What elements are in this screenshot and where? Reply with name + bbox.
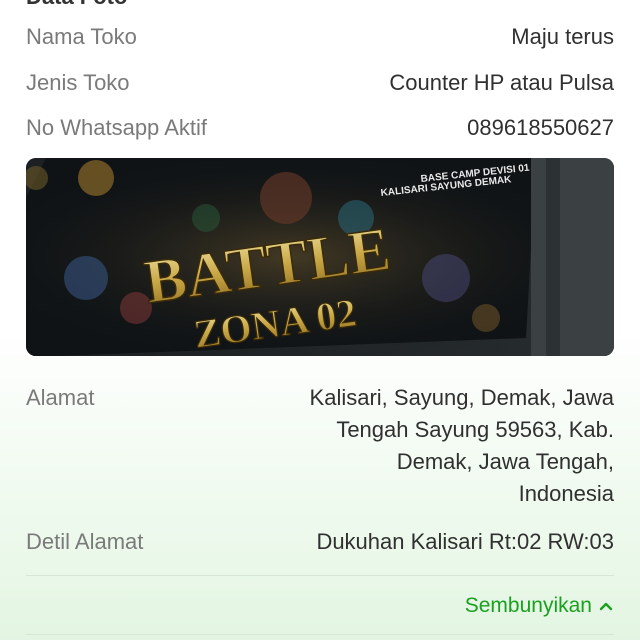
address-label: Alamat	[26, 385, 95, 410]
field-value: 089618550627	[467, 115, 614, 140]
address-value: Kalisari, Sayung, Demak, Jawa Tengah Say…	[284, 382, 614, 510]
field-row-detil-alamat: Detil Alamat Dukuhan Kalisari Rt:02 RW:0…	[26, 526, 614, 558]
hide-details-label: Sembunyikan	[464, 594, 592, 617]
address-line: Indonesia	[518, 481, 614, 506]
field-row-alamat: Alamat Kalisari, Sayung, Demak, Jawa Ten…	[26, 382, 614, 510]
store-photo-image: BASE CAMP DEVISI 01 KALISARI SAYUNG DEMA…	[26, 158, 614, 356]
detail-address-label: Detil Alamat	[26, 529, 144, 554]
field-value: Maju terus	[511, 24, 614, 49]
field-row-nama-toko: Nama Toko Maju terus	[26, 21, 614, 53]
field-row-whatsapp: No Whatsapp Aktif 089618550627	[26, 112, 614, 144]
divider	[26, 634, 614, 635]
address-line: Demak, Jawa Tengah,	[396, 449, 614, 474]
field-label: No Whatsapp Aktif	[26, 115, 207, 140]
chevron-up-icon	[599, 602, 613, 611]
address-line: Tengah Sayung 59563, Kab.	[336, 417, 614, 442]
detail-address-value: Dukuhan Kalisari Rt:02 RW:03	[316, 529, 614, 554]
hide-details-button[interactable]: Sembunyikan	[465, 590, 614, 622]
divider	[26, 575, 614, 576]
field-label: Nama Toko	[26, 24, 137, 49]
address-line: Kalisari, Sayung, Demak, Jawa	[309, 385, 614, 410]
field-value: Counter HP atau Pulsa	[389, 70, 614, 95]
field-row-jenis-toko: Jenis Toko Counter HP atau Pulsa	[26, 67, 614, 99]
section-title: Data Foto	[26, 0, 127, 8]
field-label: Jenis Toko	[26, 70, 130, 95]
store-photo[interactable]: BASE CAMP DEVISI 01 KALISARI SAYUNG DEMA…	[26, 158, 614, 356]
